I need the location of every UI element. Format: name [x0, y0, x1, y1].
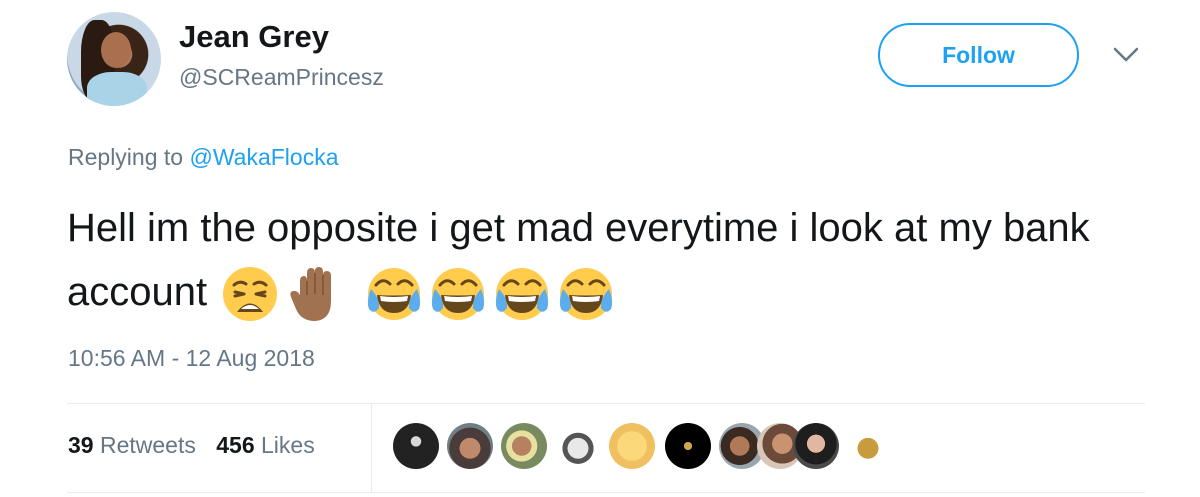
author-display-name[interactable]: Jean Grey [179, 19, 329, 55]
avatar-face [101, 32, 131, 68]
tears-of-joy-emoji-icon [559, 268, 613, 321]
tears-of-joy-emoji-icon [367, 268, 421, 321]
follow-button[interactable]: Follow [878, 23, 1079, 87]
likes-count: 456 [216, 432, 255, 458]
replying-mention-link[interactable]: @WakaFlocka [189, 144, 338, 170]
tears-of-joy-emoji-icon [495, 268, 549, 321]
liker-avatar[interactable] [555, 423, 601, 469]
likes-label: Likes [261, 432, 315, 458]
avatar-dress [87, 72, 147, 106]
tweet-timestamp[interactable]: 10:56 AM - 12 Aug 2018 [68, 345, 315, 372]
liker-avatar[interactable] [793, 423, 839, 469]
chevron-down-icon[interactable] [1112, 44, 1140, 64]
liker-avatar[interactable] [447, 423, 493, 469]
liker-avatar[interactable] [665, 423, 711, 469]
liker-avatar[interactable] [845, 423, 891, 469]
retweets-stat[interactable]: 39 Retweets [68, 432, 196, 458]
tears-of-joy-emoji-icon [431, 268, 485, 321]
retweets-label: Retweets [99, 432, 196, 458]
stats-divider-bottom [67, 492, 1145, 493]
raised-hand-emoji-icon [290, 267, 332, 322]
tweet-text: Hell im the opposite i get mad everytime… [67, 196, 1157, 324]
liker-avatar[interactable] [393, 423, 439, 469]
weary-face-emoji-icon [223, 267, 278, 322]
author-avatar[interactable] [67, 12, 161, 106]
liker-avatar[interactable] [609, 423, 655, 469]
stats-separator [371, 404, 372, 492]
replying-prefix: Replying to [68, 144, 184, 170]
likes-stat[interactable]: 456 Likes [216, 432, 314, 458]
retweets-count: 39 [68, 432, 94, 458]
replying-to-line: Replying to @WakaFlocka [68, 144, 339, 171]
author-handle[interactable]: @SCReamPrincesz [179, 64, 384, 91]
stats-divider-top [67, 403, 1145, 404]
tweet-stats: 39 Retweets 456 Likes [68, 432, 329, 459]
liker-avatar[interactable] [501, 423, 547, 469]
